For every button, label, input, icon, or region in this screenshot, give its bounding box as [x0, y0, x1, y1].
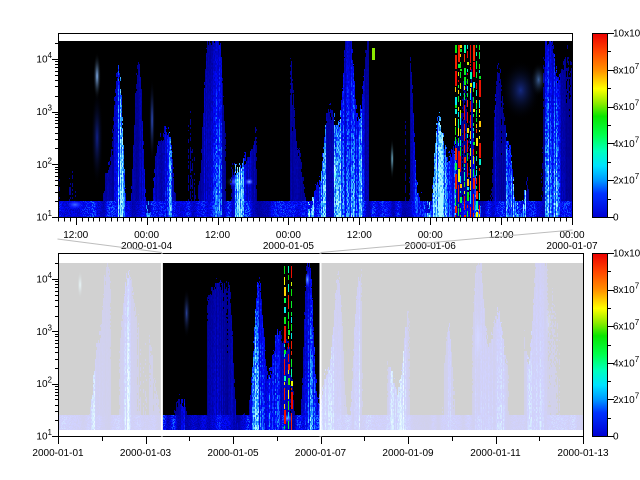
x-tick-time-label: 12:00 [63, 230, 88, 241]
colorbar-tick-label: 4x107 [613, 135, 640, 150]
colorbar-tick-label: 2x107 [613, 172, 640, 187]
y-tick-label: 101 [36, 209, 52, 224]
spectrogram-figure: 12:0000:002000-01-0412:0000:002000-01-05… [0, 0, 640, 480]
x-tick-date-label: 2000-01-13 [557, 448, 609, 459]
x-tick-time-label: 12:00 [489, 230, 514, 241]
x-tick-time-label: 00:00 [276, 230, 301, 241]
x-tick-date-label: 2000-01-07 [546, 241, 598, 252]
x-tick-date-label: 2000-01-01 [32, 448, 84, 459]
y-tick-label: 104 [36, 51, 52, 66]
context-colorbar [592, 253, 608, 436]
x-tick-time-label: 12:00 [205, 230, 230, 241]
x-tick-date-label: 2000-01-04 [121, 241, 173, 252]
x-tick-date-label: 2000-01-09 [382, 448, 434, 459]
detail-colorbar [592, 33, 608, 217]
y-tick-label: 103 [36, 323, 52, 338]
y-tick-label: 101 [36, 428, 52, 443]
colorbar-tick-label: 0 [613, 432, 619, 443]
detail-heatmap [58, 41, 572, 217]
colorbar-tick-label: 4x107 [613, 355, 640, 370]
colorbar-tick-label: 8x107 [613, 282, 640, 297]
colorbar-tick-label: 2x107 [613, 391, 640, 406]
x-tick-time-label: 12:00 [347, 230, 372, 241]
y-tick-label: 104 [36, 271, 52, 286]
colorbar-tick-label: 10x107 [613, 245, 640, 260]
x-tick-time-label: 00:00 [559, 230, 584, 241]
x-tick-date-label: 2000-01-05 [263, 241, 315, 252]
y-tick-label: 102 [36, 156, 52, 171]
x-tick-date-label: 2000-01-11 [470, 448, 521, 459]
colorbar-tick-label: 8x107 [613, 62, 640, 77]
x-tick-date-label: 2000-01-03 [120, 448, 172, 459]
colorbar-tick-label: 0 [613, 213, 619, 224]
x-tick-date-label: 2000-01-06 [405, 241, 457, 252]
y-tick-label: 102 [36, 376, 52, 391]
x-tick-time-label: 00:00 [418, 230, 443, 241]
x-tick-date-label: 2000-01-05 [207, 448, 259, 459]
x-tick-time-label: 00:00 [134, 230, 159, 241]
connector-line-left [58, 239, 163, 253]
context-heatmap[interactable] [58, 263, 583, 430]
connector-line-right [321, 230, 573, 253]
colorbar-tick-label: 6x107 [613, 318, 640, 333]
colorbar-tick-label: 10x107 [613, 25, 640, 40]
x-tick-date-label: 2000-01-07 [295, 448, 347, 459]
colorbar-tick-label: 6x107 [613, 99, 640, 114]
y-tick-label: 103 [36, 104, 52, 119]
